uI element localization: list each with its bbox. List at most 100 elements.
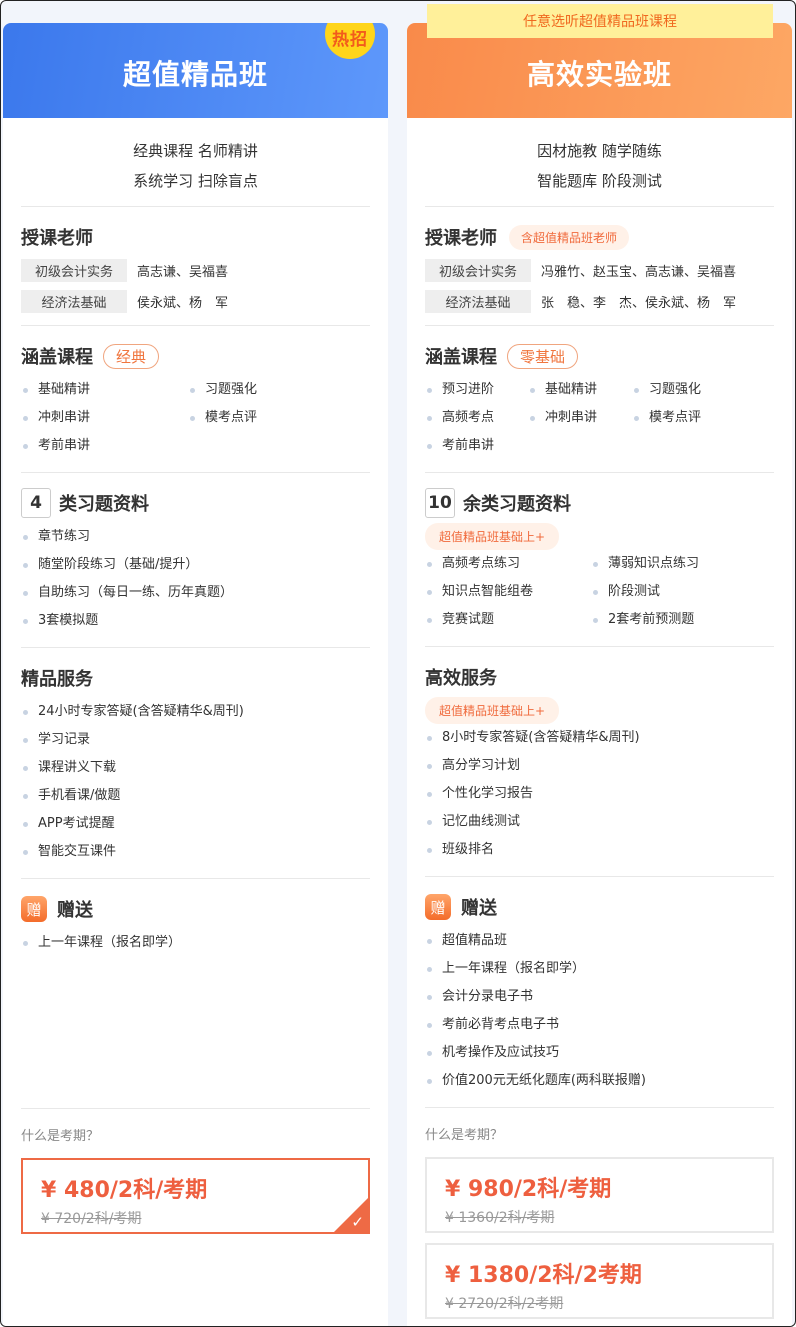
list-item: 冲刺串讲 <box>21 404 188 432</box>
list-item: 3套模拟题 <box>21 607 370 635</box>
list-item: 基础精讲 <box>21 376 188 404</box>
list-item: APP考试提醒 <box>21 810 370 838</box>
teacher-row: 经济法基础 侯永斌、杨 军 <box>21 290 370 313</box>
price-option[interactable]: ¥ 480/2科/考期 ¥ 720/2科/考期 ✓ <box>21 1158 370 1234</box>
list-item: 章节练习 <box>21 523 370 551</box>
subject-tag: 初级会计实务 <box>425 259 531 282</box>
list-item: 上一年课程（报名即学） <box>21 929 370 957</box>
list-item: 随堂阶段练习（基础/提升） <box>21 551 370 579</box>
original-price: ¥ 2720/2科/2考期 <box>445 1296 564 1312</box>
section-heading: 类习题资料 <box>59 494 149 515</box>
price: ¥ 480/2科/考期 <box>41 1178 208 1203</box>
list-item: 课程讲义下载 <box>21 754 370 782</box>
teacher-names: 冯雅竹、赵玉宝、高志谦、吴福喜 <box>541 265 737 280</box>
list-item: 薄弱知识点练习 <box>591 550 774 578</box>
slogans: 因材施教 随学随练 智能题库 阶段测试 <box>425 118 774 207</box>
list-item: 高频考点 <box>425 404 528 432</box>
section-heading: 涵盖课程 <box>21 347 93 368</box>
exam-period-help-link[interactable]: 什么是考期？ <box>21 1109 370 1144</box>
list-item: 机考操作及应试技巧 <box>425 1039 774 1067</box>
right-ribbon-banner: 任意选听超值精品班课程 <box>427 4 773 38</box>
list-item: 高频考点练习 <box>425 550 591 578</box>
original-price: ¥ 1360/2科/考期 <box>445 1210 555 1226</box>
courses-section: 涵盖课程 经典 基础精讲 习题强化 冲刺串讲 模考点评 考前串讲 <box>21 326 370 473</box>
section-heading: 授课老师 <box>21 228 93 249</box>
list-item: 知识点智能组卷 <box>425 578 591 606</box>
exercise-list: 章节练习 随堂阶段练习（基础/提升） 自助练习（每日一练、历年真题） 3套模拟题 <box>21 523 370 635</box>
subject-tag: 经济法基础 <box>21 290 127 313</box>
course-list: 预习进阶 基础精讲 习题强化 高频考点 冲刺串讲 模考点评 考前串讲 <box>425 376 774 460</box>
exam-period-help-link[interactable]: 什么是考期？ <box>425 1108 774 1143</box>
teacher-names: 侯永斌、杨 军 <box>137 296 229 311</box>
list-item: 8小时专家答疑(含答疑精华&周刊) <box>425 724 774 752</box>
exercises-section: 10 余类习题资料 超值精品班基础上+ 高频考点练习 薄弱知识点练习 知识点智能组卷阶… <box>425 473 774 647</box>
list-item: 竞赛试题 <box>425 606 591 634</box>
list-item: 考前串讲 <box>21 432 188 460</box>
slogan-line: 系统学习 扫除盲点 <box>133 172 258 190</box>
slogan-line: 因材施教 随学随练 <box>537 142 662 160</box>
list-item: 预习进阶 <box>425 376 528 404</box>
list-item: 24小时专家答疑(含答疑精华&周刊) <box>21 698 370 726</box>
course-tag: 零基础 <box>507 343 579 369</box>
price-option[interactable]: ¥ 980/2科/考期 ¥ 1360/2科/考期 <box>425 1157 774 1233</box>
exercises-section: 4 类习题资料 章节练习 随堂阶段练习（基础/提升） 自助练习（每日一练、历年真题） 3… <box>21 473 370 648</box>
upgrade-tag: 超值精品班基础上+ <box>425 697 560 724</box>
hot-badge: 热招 <box>325 23 375 59</box>
check-icon: ✓ <box>351 1213 364 1231</box>
list-item: 冲刺串讲 <box>528 404 632 432</box>
subject-tag: 经济法基础 <box>425 290 531 313</box>
slogan-line: 智能题库 阶段测试 <box>537 172 662 190</box>
services-section: 精品服务 24小时专家答疑(含答疑精华&周刊) 学习记录 课程讲义下载 手机看课/做题… <box>21 648 370 879</box>
section-heading: 高效服务 <box>425 668 497 689</box>
service-list: 8小时专家答疑(含答疑精华&周刊) 高分学习计划 个性化学习报告 记忆曲线测试 班级排名 <box>425 724 774 864</box>
course-list: 基础精讲 习题强化 冲刺串讲 模考点评 考前串讲 <box>21 376 370 460</box>
gift-list: 超值精品班 上一年课程（报名即学） 会计分录电子书 考前必背考点电子书 机考操作及应试技… <box>425 927 774 1095</box>
list-item: 价值200元无纸化题库(两科联报赠) <box>425 1067 774 1095</box>
plan-card-efficient[interactable]: 高效实验班 因材施教 随学随练 智能题库 阶段测试 授课老师 含超值精品班老师 初… <box>407 23 792 1326</box>
card-title: 高效实验班 <box>526 57 672 91</box>
section-heading: 涵盖课程 <box>425 347 497 368</box>
list-item: 班级排名 <box>425 836 774 864</box>
list-item: 会计分录电子书 <box>425 983 774 1011</box>
list-item: 阶段测试 <box>591 578 774 606</box>
list-item: 考前串讲 <box>425 432 528 460</box>
list-item: 模考点评 <box>632 404 774 432</box>
list-item: 自助练习（每日一练、历年真题） <box>21 579 370 607</box>
card-header: 超值精品班 热招 <box>3 23 388 118</box>
section-heading: 余类习题资料 <box>463 494 571 515</box>
teacher-row: 初级会计实务 冯雅竹、赵玉宝、高志谦、吴福喜 <box>425 259 774 282</box>
list-item: 高分学习计划 <box>425 752 774 780</box>
gifts-section: 赠赠送 上一年课程（报名即学） <box>21 879 370 1109</box>
gift-icon: 赠 <box>21 896 47 922</box>
section-heading: 精品服务 <box>21 669 93 690</box>
section-heading: 赠送 <box>57 900 93 921</box>
list-item: 考前必背考点电子书 <box>425 1011 774 1039</box>
list-item: 习题强化 <box>632 376 774 404</box>
gifts-section: 赠赠送 超值精品班 上一年课程（报名即学） 会计分录电子书 考前必背考点电子书 机考操作… <box>425 877 774 1108</box>
teachers-section: 授课老师 含超值精品班老师 初级会计实务 冯雅竹、赵玉宝、高志谦、吴福喜 经济法基础… <box>425 207 774 326</box>
exercise-count: 10 <box>425 488 455 518</box>
teacher-names: 高志谦、吴福喜 <box>137 265 229 280</box>
slogans: 经典课程 名师精讲 系统学习 扫除盲点 <box>21 118 370 207</box>
original-price: ¥ 720/2科/考期 <box>41 1211 142 1227</box>
list-item: 个性化学习报告 <box>425 780 774 808</box>
plan-card-premium[interactable]: 超值精品班 热招 经典课程 名师精讲 系统学习 扫除盲点 授课老师 初级会计实务… <box>3 23 388 1326</box>
exercise-count: 4 <box>21 488 51 518</box>
gift-icon: 赠 <box>425 894 451 920</box>
teacher-names: 张 稳、李 杰、侯永斌、杨 军 <box>541 296 737 311</box>
services-section: 高效服务 超值精品班基础上+ 8小时专家答疑(含答疑精华&周刊) 高分学习计划 个性… <box>425 647 774 877</box>
price: ¥ 980/2科/考期 <box>445 1177 612 1202</box>
teachers-section: 授课老师 初级会计实务 高志谦、吴福喜 经济法基础 侯永斌、杨 军 <box>21 207 370 326</box>
subject-tag: 初级会计实务 <box>21 259 127 282</box>
list-item: 模考点评 <box>188 404 370 432</box>
price-option[interactable]: ¥ 1380/2科/2考期 ¥ 2720/2科/2考期 <box>425 1243 774 1319</box>
teacher-tag: 含超值精品班老师 <box>509 224 630 250</box>
teacher-row: 经济法基础张 稳、李 杰、侯永斌、杨 军 <box>425 290 774 313</box>
teacher-row: 初级会计实务 高志谦、吴福喜 <box>21 259 370 282</box>
service-list: 24小时专家答疑(含答疑精华&周刊) 学习记录 课程讲义下载 手机看课/做题 APP考试… <box>21 698 370 866</box>
slogan-line: 经典课程 名师精讲 <box>133 142 258 160</box>
card-title: 超值精品班 <box>122 57 268 91</box>
course-tag: 经典 <box>103 343 160 369</box>
section-heading: 授课老师 <box>425 228 497 249</box>
list-item: 学习记录 <box>21 726 370 754</box>
